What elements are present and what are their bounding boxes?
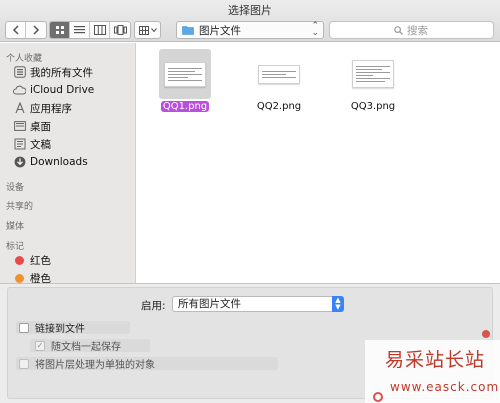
sidebar-tag-red[interactable]: 红色 bbox=[13, 252, 51, 268]
arrange-menu-button[interactable] bbox=[134, 21, 161, 39]
image-thumbnail-icon bbox=[164, 61, 206, 87]
sidebar-item-label: 我的所有文件 bbox=[30, 66, 93, 79]
icon-view-button[interactable] bbox=[50, 22, 70, 38]
arrange-grid-icon bbox=[138, 25, 149, 35]
file-name: QQ3.png bbox=[350, 101, 396, 112]
sidebar: 个人收藏 我的所有文件 iCloud Drive 应用程序 桌面 文稿 Down… bbox=[0, 43, 136, 283]
coverflow-view-button[interactable] bbox=[110, 22, 130, 38]
file-type-select[interactable]: 所有图片文件 ▲ ▼ bbox=[172, 296, 344, 312]
list-view-button[interactable] bbox=[70, 22, 90, 38]
downloads-icon bbox=[13, 156, 26, 169]
grid-icon bbox=[55, 26, 64, 34]
file-item[interactable]: QQ1.png bbox=[145, 49, 225, 112]
location-popup[interactable]: 图片文件 ⌃ ⌄ bbox=[176, 21, 324, 39]
sidebar-item-desktop[interactable]: 桌面 bbox=[13, 118, 51, 134]
watermark-url: www.easck.com bbox=[390, 380, 500, 394]
file-name: QQ2.png bbox=[256, 101, 302, 112]
forward-button[interactable] bbox=[26, 22, 46, 38]
orange-tag-dot-icon bbox=[15, 273, 24, 283]
chevron-left-icon bbox=[12, 25, 19, 35]
file-thumbnail-selection bbox=[159, 49, 211, 99]
red-indicator-icon bbox=[482, 330, 490, 338]
file-type-value: 所有图片文件 bbox=[178, 298, 241, 310]
image-thumbnail-icon bbox=[258, 64, 300, 84]
sidebar-item-label: iCloud Drive bbox=[30, 84, 95, 96]
file-name: QQ1.png bbox=[160, 101, 210, 112]
separate-object-checkbox[interactable]: 将图片层处理为单独的对象 bbox=[19, 357, 155, 371]
columns-icon bbox=[93, 25, 106, 35]
location-label: 图片文件 bbox=[199, 24, 241, 37]
folder-icon bbox=[182, 26, 194, 35]
link-to-file-checkbox[interactable]: 链接到文件 bbox=[19, 321, 85, 335]
sidebar-section-favorites: 个人收藏 bbox=[6, 54, 43, 64]
chevron-down-icon bbox=[150, 28, 157, 32]
search-icon bbox=[394, 25, 403, 35]
updown-chevron-icon: ▲ ▼ bbox=[332, 296, 344, 312]
navigation-buttons bbox=[5, 21, 47, 39]
file-browser: QQ1.png QQ2.png QQ3.png bbox=[137, 43, 500, 283]
view-mode-buttons bbox=[49, 21, 131, 39]
watermark-title: 易采站长站 bbox=[385, 349, 486, 371]
checkmark-icon: ✓ bbox=[35, 340, 45, 351]
checkbox-icon bbox=[19, 322, 29, 333]
red-tag-dot-icon bbox=[15, 255, 24, 265]
sidebar-tag-orange[interactable]: 橙色 bbox=[13, 270, 51, 283]
sidebar-item-icloud-drive[interactable]: iCloud Drive bbox=[13, 82, 94, 98]
enable-label: 启用: bbox=[141, 300, 166, 312]
file-item[interactable]: QQ3.png bbox=[333, 49, 413, 112]
watermark: 易采站长站 www.easck.com bbox=[365, 340, 500, 403]
separate-object-label: 将图片层处理为单独的对象 bbox=[35, 360, 155, 371]
watermark-logo-icon bbox=[373, 392, 383, 402]
sidebar-item-label: 文稿 bbox=[30, 138, 51, 151]
sidebar-section-media: 媒体 bbox=[6, 222, 25, 232]
sidebar-item-label: 桌面 bbox=[30, 120, 51, 133]
save-with-document-checkbox[interactable]: ✓ 随文档一起保存 bbox=[35, 339, 121, 353]
search-placeholder: 搜索 bbox=[407, 24, 428, 37]
sidebar-section-tags: 标记 bbox=[6, 242, 25, 252]
column-view-button[interactable] bbox=[90, 22, 110, 38]
window-titlebar: 选择图片 图片文件 ⌃ ⌄ 搜索 bbox=[0, 0, 500, 42]
sidebar-section-devices: 设备 bbox=[6, 183, 25, 193]
cloud-icon bbox=[13, 84, 26, 97]
chevron-right-icon bbox=[33, 25, 40, 35]
file-item[interactable]: QQ2.png bbox=[239, 49, 319, 112]
all-files-icon bbox=[13, 66, 26, 79]
image-thumbnail-icon bbox=[352, 60, 394, 88]
search-field[interactable]: 搜索 bbox=[329, 21, 494, 39]
desktop-icon bbox=[13, 120, 26, 133]
back-button[interactable] bbox=[6, 22, 26, 38]
sidebar-item-applications[interactable]: 应用程序 bbox=[13, 100, 72, 116]
sidebar-item-label: 橙色 bbox=[30, 272, 51, 284]
sidebar-section-shared: 共享的 bbox=[6, 202, 34, 212]
sidebar-item-downloads[interactable]: Downloads bbox=[13, 154, 88, 170]
sidebar-item-label: 红色 bbox=[30, 254, 51, 267]
documents-icon bbox=[13, 138, 26, 151]
list-icon bbox=[74, 26, 85, 34]
sidebar-item-documents[interactable]: 文稿 bbox=[13, 136, 51, 152]
updown-chevron-icon: ⌃ ⌄ bbox=[311, 21, 319, 38]
link-to-file-label: 链接到文件 bbox=[35, 324, 85, 335]
applications-icon bbox=[13, 102, 26, 115]
checkbox-icon bbox=[19, 358, 29, 369]
sidebar-item-label: 应用程序 bbox=[30, 102, 72, 115]
coverflow-icon bbox=[113, 25, 127, 35]
sidebar-item-label: Downloads bbox=[30, 156, 88, 168]
sidebar-item-all-files[interactable]: 我的所有文件 bbox=[13, 64, 93, 80]
save-with-document-label: 随文档一起保存 bbox=[51, 342, 121, 353]
window-title: 选择图片 bbox=[228, 4, 272, 17]
